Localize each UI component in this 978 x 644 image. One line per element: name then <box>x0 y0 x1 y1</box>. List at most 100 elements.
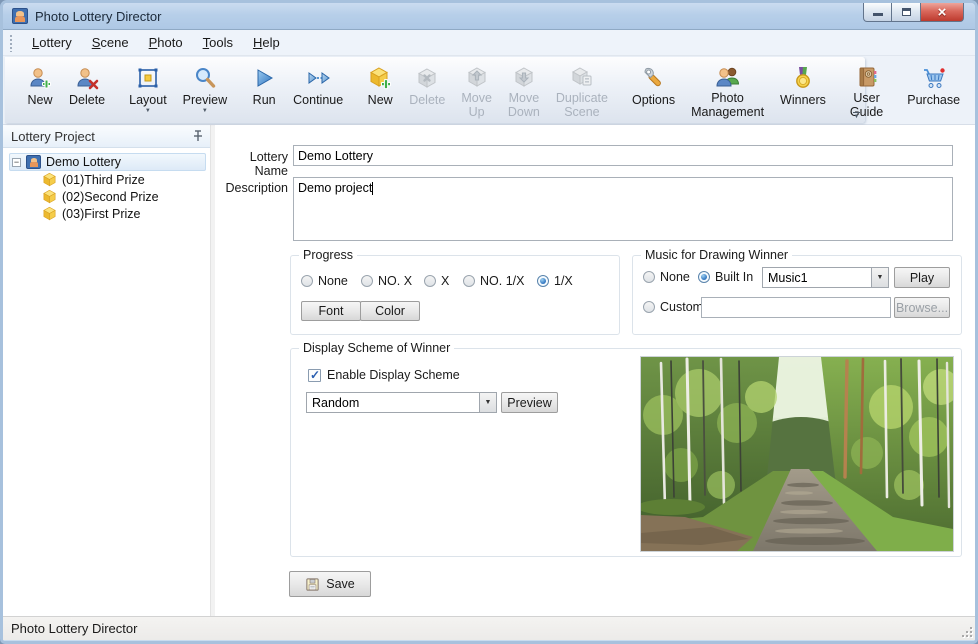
combo-arrow-button[interactable]: ▼ <box>479 393 496 412</box>
tree-child-label: (02)Second Prize <box>62 190 159 204</box>
menu-photo[interactable]: Photo <box>139 31 193 54</box>
menubar-grip-handle[interactable] <box>9 34 14 52</box>
description-label: Description <box>218 181 288 195</box>
checkbox-checked-icon <box>308 369 321 382</box>
enable-display-scheme-checkbox[interactable]: Enable Display Scheme <box>308 368 460 382</box>
lottery-name-input[interactable] <box>293 145 953 166</box>
radio-selected-icon <box>537 275 549 287</box>
text-caret <box>372 182 373 195</box>
project-tree: − Demo Lottery (01)Third Prize (02)Secon… <box>3 148 210 222</box>
tree-child-label: (03)First Prize <box>62 207 140 221</box>
music-select[interactable]: Music1 ▼ <box>762 267 889 288</box>
scheme-preview-photo <box>640 356 954 552</box>
tree-collapse-icon[interactable]: − <box>12 158 21 167</box>
toolbar-new-scene-button[interactable]: New <box>359 61 401 121</box>
radio-icon <box>424 275 436 287</box>
cube-duplicate-icon-disabled <box>569 65 595 89</box>
window-title: Photo Lottery Director <box>35 9 161 24</box>
scheme-select[interactable]: Random ▼ <box>306 392 497 413</box>
description-textarea[interactable]: Demo project <box>293 177 953 241</box>
toolbar-run-button[interactable]: Run <box>243 61 285 121</box>
toolbar-user-guide-button[interactable]: User Guide <box>842 61 891 121</box>
menu-tools[interactable]: Tools <box>193 31 243 54</box>
progress-radio-no-x[interactable]: NO. X <box>361 274 412 288</box>
forest-road-image <box>641 357 953 551</box>
layout-icon <box>135 65 161 91</box>
app-icon <box>12 8 28 24</box>
save-button[interactable]: Save <box>289 571 371 597</box>
color-button[interactable]: Color <box>360 301 420 321</box>
display-scheme-groupbox: Display Scheme of Winner Enable Display … <box>290 348 962 557</box>
font-button[interactable]: Font <box>301 301 361 321</box>
lottery-settings-form: Lottery Name Description Demo project Pr… <box>215 125 975 616</box>
display-scheme-groupbox-title: Display Scheme of Winner <box>299 341 454 355</box>
cube-delete-icon-disabled <box>414 65 440 91</box>
toolbar-continue-button[interactable]: Continue <box>285 61 351 121</box>
dropdown-arrow-icon: ▼ <box>145 108 151 114</box>
minimize-button[interactable] <box>863 3 892 22</box>
scene-cube-icon <box>42 206 57 221</box>
toolbar-photo-management-button[interactable]: Photo Management <box>683 61 772 121</box>
toolbar-move-down-button: Move Down <box>500 61 548 121</box>
wrench-icon <box>641 65 667 91</box>
music-radio-none[interactable]: None <box>643 270 690 284</box>
person-delete-icon <box>74 65 100 91</box>
scene-cube-icon <box>42 172 57 187</box>
progress-radio-no-1x[interactable]: NO. 1/X <box>463 274 524 288</box>
radio-icon <box>643 301 655 313</box>
menu-scene[interactable]: Scene <box>82 31 139 54</box>
toolbar-new-lottery-button[interactable]: New <box>19 61 61 121</box>
progress-radio-1x[interactable]: 1/X <box>537 274 573 288</box>
toolbar-delete-scene-button: Delete <box>401 61 453 121</box>
restore-button[interactable] <box>892 3 921 22</box>
lottery-node-icon <box>26 155 41 169</box>
tree-item-first-prize[interactable]: (03)First Prize <box>9 205 210 222</box>
app-window: Photo Lottery Director × Lottery Scene P… <box>0 0 978 644</box>
minimize-icon <box>873 13 883 16</box>
cube-move-up-icon-disabled <box>464 65 490 89</box>
music-radio-built-in[interactable]: Built In <box>698 270 753 284</box>
play-button[interactable]: Play <box>894 267 950 288</box>
custom-music-input[interactable] <box>701 297 891 318</box>
titlebar[interactable]: Photo Lottery Director × <box>3 3 975 30</box>
toolbar: New Delete Layout ▼ Preview <box>5 57 865 123</box>
toolbar-winners-button[interactable]: Winners <box>772 61 834 121</box>
menu-lottery[interactable]: Lottery <box>22 31 82 54</box>
progress-radio-none[interactable]: None <box>301 274 348 288</box>
tree-child-label: (01)Third Prize <box>62 173 145 187</box>
tree-item-demo-lottery[interactable]: − Demo Lottery <box>9 153 206 171</box>
scheme-preview-button[interactable]: Preview <box>501 392 558 413</box>
close-icon: × <box>938 5 947 20</box>
toolbar-layout-button[interactable]: Layout ▼ <box>121 61 175 121</box>
toolbar-options-button[interactable]: Options <box>624 61 683 121</box>
restore-icon <box>902 8 911 16</box>
radio-icon <box>361 275 373 287</box>
person-add-icon <box>27 65 53 91</box>
lottery-project-panel: Lottery Project − Demo Lottery (01)Third… <box>3 125 211 616</box>
progress-groupbox-title: Progress <box>299 248 357 262</box>
radio-selected-icon <box>698 271 710 283</box>
toolbar-overflow-button[interactable]: ▼ <box>851 112 862 121</box>
overflow-arrow-icon: ▼ <box>851 114 862 120</box>
people-icon <box>715 65 741 89</box>
tree-root-label: Demo Lottery <box>46 155 121 169</box>
music-radio-custom[interactable]: Custom <box>643 300 703 314</box>
tree-item-third-prize[interactable]: (01)Third Prize <box>9 171 210 188</box>
toolbar-delete-lottery-button[interactable]: Delete <box>61 61 113 121</box>
lottery-name-label: Lottery Name <box>218 150 288 178</box>
run-play-icon <box>251 65 277 91</box>
toolbar-preview-button[interactable]: Preview ▼ <box>175 61 235 121</box>
description-text: Demo project <box>298 181 372 195</box>
menu-help[interactable]: Help <box>243 31 290 54</box>
resize-grip-handle[interactable] <box>960 625 972 637</box>
guide-book-icon <box>854 65 880 89</box>
panel-title: Lottery Project <box>11 129 95 144</box>
combo-arrow-button[interactable]: ▼ <box>871 268 888 287</box>
close-button[interactable]: × <box>921 3 964 22</box>
progress-radio-x[interactable]: X <box>424 274 449 288</box>
tree-item-second-prize[interactable]: (02)Second Prize <box>9 188 210 205</box>
toolbar-purchase-button[interactable]: Purchase <box>899 61 968 121</box>
toolbar-move-up-button: Move Up <box>453 61 500 121</box>
toolbar-duplicate-scene-button: Duplicate Scene <box>548 61 616 121</box>
pin-icon[interactable] <box>192 129 204 143</box>
